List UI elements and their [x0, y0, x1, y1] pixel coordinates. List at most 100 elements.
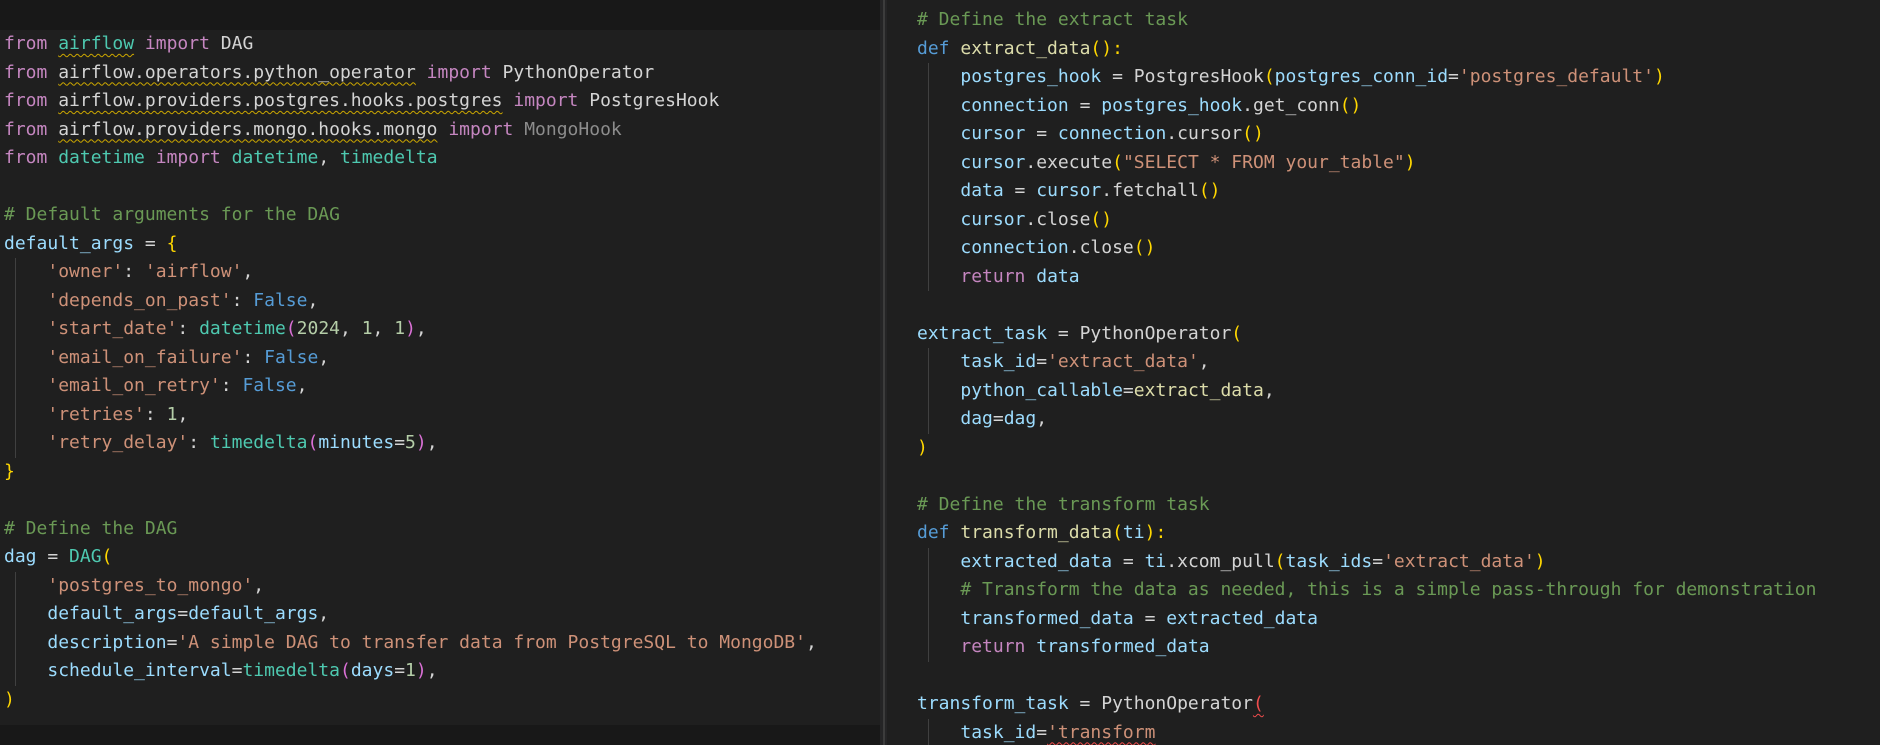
code-line[interactable]: ​ [917, 291, 1880, 320]
code-token: return [960, 265, 1026, 287]
split-divider[interactable] [880, 0, 887, 745]
code-token: , [426, 432, 438, 453]
left-code-lines[interactable]: from airflow import DAG from airflow.oper… [4, 30, 880, 714]
code-line[interactable]: # Define the extract task [917, 6, 1880, 35]
code-line[interactable]: dag=dag, [917, 405, 1880, 434]
code-line[interactable]: 'start_date': datetime(2024, 1, 1), [4, 315, 880, 344]
code-token: , [242, 261, 254, 282]
code-line[interactable]: connection = postgres_hook.get_conn() [917, 91, 1880, 120]
code-line[interactable]: 'email_on_retry': False, [4, 372, 880, 401]
code-line[interactable]: python_callable=extract_data, [917, 376, 1880, 405]
code-token: , [253, 574, 265, 596]
right-editor-pane[interactable]: # Define the extract task def extract_dat… [887, 0, 1880, 745]
code-line[interactable]: 'postgres_to_mongo', [4, 571, 880, 600]
code-line[interactable]: default_args = { [4, 230, 880, 259]
code-line[interactable]: default_args=default_args, [4, 600, 880, 629]
code-token: dag [1003, 408, 1037, 429]
code-token: # Transform the data as needed, this is … [960, 579, 1817, 600]
code-line[interactable]: dag = DAG( [4, 543, 880, 572]
code-token: () [1339, 94, 1362, 116]
code-token: ) [1534, 550, 1546, 572]
code-line[interactable]: def transform_data(ti): [917, 519, 1880, 548]
code-line[interactable]: description='A simple DAG to transfer da… [4, 628, 880, 657]
code-line[interactable]: schedule_interval=timedelta(days=1), [4, 657, 880, 686]
code-token: : [177, 318, 200, 339]
code-token: DAG [69, 546, 102, 567]
code-line[interactable]: 'depends_on_past': False, [4, 286, 880, 315]
code-token: "SELECT * FROM your_table" [1122, 151, 1405, 173]
indent-guide [928, 576, 929, 605]
code-line[interactable]: from airflow.operators.python_operator i… [4, 59, 880, 88]
code-token: from [4, 90, 48, 111]
code-line[interactable]: ) [917, 434, 1880, 463]
indent-guide [928, 604, 929, 633]
code-line[interactable]: 'owner': 'airflow', [4, 258, 880, 287]
code-token: 1 [166, 403, 178, 425]
code-line[interactable]: transformed_data = extracted_data [917, 604, 1880, 633]
code-token: airflow.providers.mongo.hooks.mongo [58, 118, 438, 140]
code-line[interactable]: task_id='transform [917, 718, 1880, 745]
code-line[interactable]: connection.close() [917, 234, 1880, 263]
code-line[interactable]: # Define the transform task [917, 491, 1880, 520]
code-line[interactable]: ​ [917, 462, 1880, 491]
code-token: = [1372, 550, 1384, 572]
code-token: PythonOperator [1079, 322, 1232, 344]
code-token: task_ids [1285, 550, 1373, 572]
code-line[interactable]: return data [917, 262, 1880, 291]
code-line[interactable]: ​ [917, 662, 1880, 691]
code-token: postgres_hook [960, 66, 1102, 87]
indent-guide [928, 718, 929, 745]
code-line[interactable]: from datetime import datetime, timedelta [4, 144, 880, 173]
code-token: 'transform [1047, 721, 1156, 743]
code-line[interactable]: # Transform the data as needed, this is … [917, 576, 1880, 605]
code-token: : [220, 375, 243, 396]
code-line[interactable]: transform_task = PythonOperator( [917, 690, 1880, 719]
code-token: get_conn [1252, 94, 1340, 116]
code-token: extract_data [1133, 379, 1264, 401]
code-line[interactable]: cursor.close() [917, 205, 1880, 234]
code-line[interactable]: from airflow.providers.postgres.hooks.po… [4, 87, 880, 116]
code-line[interactable]: 'retry_delay': timedelta(minutes=5), [4, 429, 880, 458]
code-line[interactable]: from airflow import DAG [4, 30, 880, 59]
code-line[interactable]: ​ [4, 173, 880, 202]
code-token: ) [415, 660, 427, 681]
code-line[interactable]: ​ [4, 486, 880, 515]
code-line[interactable]: # Default arguments for the DAG [4, 201, 880, 230]
code-line[interactable]: data = cursor.fetchall() [917, 177, 1880, 206]
code-token: from [4, 33, 48, 54]
code-token: = [1133, 607, 1167, 629]
code-line[interactable]: return transformed_data [917, 633, 1880, 662]
code-token: = [394, 432, 406, 453]
code-line[interactable]: 'email_on_failure': False, [4, 343, 880, 372]
code-token: timedelta [242, 660, 340, 681]
code-line[interactable]: extracted_data = ti.xcom_pull(task_ids='… [917, 547, 1880, 576]
code-token: dag [960, 408, 993, 429]
left-editor-pane[interactable]: from airflow import DAG from airflow.oper… [0, 0, 880, 745]
indent-guide [15, 600, 16, 629]
right-code-lines[interactable]: # Define the extract task def extract_dat… [917, 6, 1880, 745]
code-token: default_args [47, 603, 178, 624]
code-token: ( [1112, 522, 1123, 543]
code-token: PythonOperator [1101, 693, 1253, 714]
code-line[interactable]: postgres_hook = PostgresHook(postgres_co… [917, 63, 1880, 92]
code-line[interactable]: 'retries': 1, [4, 400, 880, 429]
code-line[interactable]: def extract_data(): [917, 35, 1880, 64]
code-line[interactable]: cursor.execute("SELECT * FROM your_table… [917, 148, 1880, 177]
code-line[interactable]: from airflow.providers.mongo.hooks.mongo… [4, 116, 880, 145]
code-line[interactable]: } [4, 458, 880, 487]
code-line[interactable]: cursor = connection.cursor() [917, 120, 1880, 149]
code-line[interactable]: # Define the DAG [4, 515, 880, 544]
code-line[interactable]: task_id='extract_data', [917, 348, 1880, 377]
code-token: . [1025, 151, 1037, 173]
code-line[interactable]: ) [4, 686, 880, 715]
code-line[interactable]: extract_task = PythonOperator( [917, 320, 1880, 349]
